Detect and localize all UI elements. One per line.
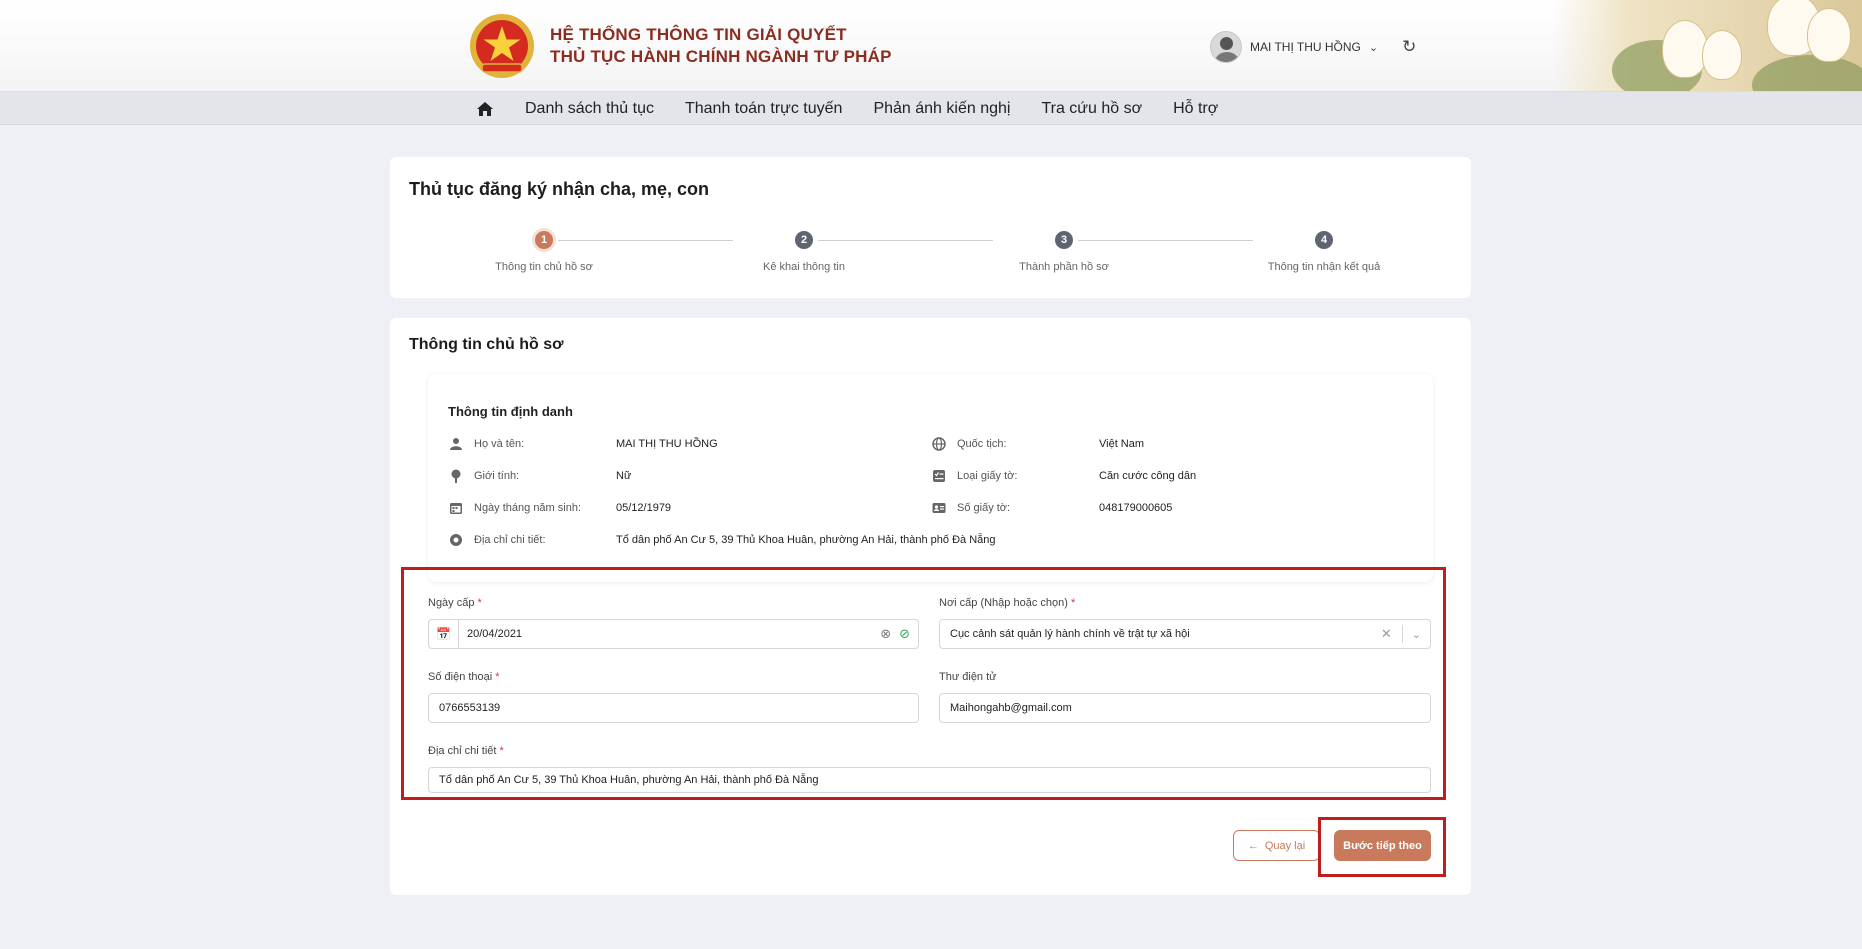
chevron-down-icon[interactable]: ⌄ xyxy=(1369,41,1378,54)
issue-place-select[interactable]: Cục cảnh sát quản lý hành chính về trật … xyxy=(939,619,1431,649)
email-label-text: Thư điện tử xyxy=(939,671,997,683)
system-title-line2: THỦ TỤC HÀNH CHÍNH NGÀNH TƯ PHÁP xyxy=(550,47,892,66)
main-nav: Danh sách thủ tục Thanh toán trực tuyến … xyxy=(0,92,1862,125)
user-avatar[interactable] xyxy=(1210,31,1242,63)
nav-item-feedback[interactable]: Phản ánh kiến nghị xyxy=(873,100,1010,118)
info-row-fullname: Họ và tên: MAI THỊ THU HỒNG xyxy=(448,434,718,454)
chevron-down-icon[interactable]: ⌄ xyxy=(1403,628,1430,641)
step-number: 1 xyxy=(535,231,553,249)
required-mark: * xyxy=(499,745,504,757)
nav-item-lookup[interactable]: Tra cứu hồ sơ xyxy=(1041,100,1142,118)
info-row-address: Địa chỉ chi tiết: Tổ dân phố An Cư 5, 39… xyxy=(448,530,996,550)
address-value[interactable]: Tổ dân phố An Cư 5, 39 Thủ Khoa Huân, ph… xyxy=(439,774,819,786)
email-label: Thư điện tử xyxy=(939,671,997,683)
info-label: Họ và tên: xyxy=(474,438,525,450)
system-title-line1: HỆ THỐNG THÔNG TIN GIẢI QUYẾT xyxy=(550,25,847,44)
info-label: Ngày tháng năm sinh: xyxy=(474,502,582,514)
phone-value[interactable]: 0766553139 xyxy=(439,702,500,714)
step-2[interactable]: 2 Kê khai thông tin xyxy=(714,231,894,273)
gender-icon xyxy=(448,468,464,484)
info-label: Loại giấy tờ: xyxy=(957,470,1018,482)
phone-label: Số điện thoại * xyxy=(428,671,500,683)
national-emblem-logo xyxy=(468,12,536,80)
step-1[interactable]: 1 Thông tin chủ hồ sơ xyxy=(454,231,634,273)
required-mark: * xyxy=(495,671,500,683)
back-button-label: Quay lại xyxy=(1264,839,1306,852)
phone-input[interactable]: 0766553139 xyxy=(428,693,919,723)
step-label: Thành phần hồ sơ xyxy=(1019,261,1109,273)
info-value: 048179000605 xyxy=(1099,502,1173,514)
required-mark: * xyxy=(1070,597,1076,609)
address-label-text: Địa chỉ chi tiết xyxy=(428,745,497,757)
identity-info-box: Thông tin định danh Họ và tên: MAI THỊ T… xyxy=(428,374,1433,582)
info-row-doc-number: Số giấy tờ: 048179000605 xyxy=(931,498,1172,518)
location-pin-icon xyxy=(448,532,464,548)
issue-date-value[interactable]: 20/04/2021 xyxy=(467,628,522,640)
nav-item-online-payment[interactable]: Thanh toán trực tuyến xyxy=(685,100,842,118)
id-card-icon xyxy=(931,500,947,516)
info-label: Quốc tịch: xyxy=(957,438,1007,450)
nav-item-procedures[interactable]: Danh sách thủ tục xyxy=(525,100,654,118)
clear-icon[interactable]: ✕ xyxy=(1371,626,1402,642)
clear-icon[interactable]: ⊗ xyxy=(880,626,891,642)
check-circle-icon: ⊘ xyxy=(899,626,910,641)
issue-date-label: Ngày cấp * xyxy=(428,597,482,609)
info-value: Căn cước công dân xyxy=(1099,470,1197,482)
info-row-gender: Giới tính: Nữ xyxy=(448,466,631,486)
home-icon[interactable] xyxy=(476,101,494,117)
email-value[interactable]: Maihongahb@gmail.com xyxy=(950,702,1072,714)
person-icon xyxy=(448,436,464,452)
info-label: Địa chỉ chi tiết: xyxy=(474,534,546,546)
nav-item-support[interactable]: Hỗ trợ xyxy=(1173,100,1218,118)
step-label: Kê khai thông tin xyxy=(763,261,845,273)
issue-place-label-text: Nơi cấp (Nhập hoặc chọn) xyxy=(939,597,1068,609)
info-value: Việt Nam xyxy=(1099,438,1145,450)
system-title: HỆ THỐNG THÔNG TIN GIẢI QUYẾT THỦ TỤC HÀ… xyxy=(550,24,892,68)
address-input[interactable]: Tổ dân phố An Cư 5, 39 Thủ Khoa Huân, ph… xyxy=(428,767,1431,793)
info-value: 05/12/1979 xyxy=(616,502,672,514)
calendar-icon[interactable]: 📅 xyxy=(429,620,459,648)
page-title: Thủ tục đăng ký nhận cha, mẹ, con xyxy=(409,179,710,199)
identity-title: Thông tin định danh xyxy=(448,404,573,419)
refresh-icon[interactable]: ↻ xyxy=(1402,37,1416,57)
info-label: Số giấy tờ: xyxy=(957,502,1011,514)
address-label: Địa chỉ chi tiết * xyxy=(428,745,504,757)
info-value: Tổ dân phố An Cư 5, 39 Thủ Khoa Huân, ph… xyxy=(616,534,996,546)
issue-date-input[interactable]: 📅 20/04/2021 ⊗ ⊘ xyxy=(428,619,919,649)
step-number: 2 xyxy=(795,231,813,249)
info-row-nationality: Quốc tịch: Việt Nam xyxy=(931,434,1144,454)
checklist-icon xyxy=(931,468,947,484)
step-3[interactable]: 3 Thành phần hồ sơ xyxy=(974,231,1154,273)
info-row-doc-type: Loại giấy tờ: Căn cước công dân xyxy=(931,466,1196,486)
app-header: HỆ THỐNG THÔNG TIN GIẢI QUYẾT THỦ TỤC HÀ… xyxy=(0,0,1862,92)
issue-date-label-text: Ngày cấp xyxy=(428,597,475,609)
required-mark: * xyxy=(477,597,482,609)
issue-place-label: Nơi cấp (Nhập hoặc chọn) * xyxy=(939,597,1075,609)
lotus-decoration-image xyxy=(1552,0,1862,91)
calendar-icon xyxy=(448,500,464,516)
arrow-left-icon: ← xyxy=(1247,839,1259,852)
info-value: MAI THỊ THU HỒNG xyxy=(616,438,718,450)
user-menu[interactable]: MAI THỊ THU HỒNG ⌄ ↻ xyxy=(1210,30,1416,64)
info-value: Nữ xyxy=(616,470,632,482)
user-name[interactable]: MAI THỊ THU HỒNG xyxy=(1250,40,1361,54)
email-input[interactable]: Maihongahb@gmail.com xyxy=(939,693,1431,723)
step-label: Thông tin nhận kết quả xyxy=(1267,261,1381,273)
procedure-card: Thủ tục đăng ký nhận cha, mẹ, con 1 Thôn… xyxy=(390,157,1471,298)
next-step-button[interactable]: Bước tiếp theo xyxy=(1334,830,1431,861)
section-title: Thông tin chủ hồ sơ xyxy=(409,336,564,353)
info-row-birthdate: Ngày tháng năm sinh: 05/12/1979 xyxy=(448,498,671,518)
owner-info-card: Thông tin chủ hồ sơ Thông tin định danh … xyxy=(390,318,1471,895)
step-number: 3 xyxy=(1055,231,1073,249)
issue-place-value[interactable]: Cục cảnh sát quản lý hành chính về trật … xyxy=(950,628,1190,640)
back-button[interactable]: ← Quay lại xyxy=(1233,830,1320,861)
step-label: Thông tin chủ hồ sơ xyxy=(495,261,593,273)
step-number: 4 xyxy=(1315,231,1333,249)
info-label: Giới tính: xyxy=(474,470,520,482)
next-step-button-label: Bước tiếp theo xyxy=(1343,839,1422,852)
globe-icon xyxy=(931,436,947,452)
phone-label-text: Số điện thoại xyxy=(428,671,493,683)
step-4[interactable]: 4 Thông tin nhận kết quả xyxy=(1234,231,1414,273)
